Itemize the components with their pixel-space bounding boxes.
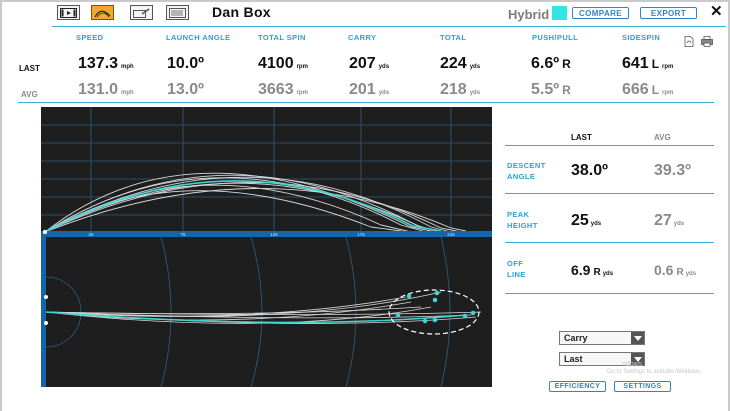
window-frame-top xyxy=(0,0,730,2)
keyboard-icon xyxy=(169,7,186,18)
total-last: 224 yds xyxy=(440,55,481,72)
print-icon[interactable] xyxy=(701,36,713,47)
activation-watermark-title: ndows xyxy=(622,361,643,368)
top-view-background xyxy=(41,237,492,387)
last-row-label: LAST xyxy=(19,64,40,73)
view-club-button[interactable] xyxy=(130,5,153,20)
carry-header: CARRY xyxy=(348,33,377,42)
launch-angle-avg: 13.0º xyxy=(167,81,204,98)
landing-point xyxy=(422,318,428,324)
efficiency-button[interactable]: EFFICIENCY xyxy=(549,381,606,392)
total-spin-header: TOTAL SPIN xyxy=(258,33,306,42)
push-pull-header: PUSH/PULL xyxy=(532,33,579,42)
club-icon xyxy=(133,7,150,18)
trajectory-icon xyxy=(94,10,111,17)
sidespin-last: 641 Lrpm xyxy=(622,55,674,72)
off-line-last: 6.9 Ryds xyxy=(571,262,614,278)
shot-select-value: Last xyxy=(564,354,583,364)
descent-angle-last: 38.0º xyxy=(571,162,608,179)
peak-height-avg: 27 yds xyxy=(654,212,685,229)
speed-avg: 131.0 mph xyxy=(78,81,134,98)
tee-marker xyxy=(42,229,48,235)
lateral-ruler xyxy=(41,237,46,387)
close-icon[interactable]: ✕ xyxy=(710,2,723,20)
title-divider xyxy=(52,26,726,27)
activation-watermark-text: Go to Settings to activate Windows. xyxy=(607,369,702,375)
total-avg: 218 yds xyxy=(440,81,481,98)
window-frame-left xyxy=(0,0,2,411)
landing-point xyxy=(432,317,438,323)
club-color-swatch[interactable] xyxy=(552,6,567,20)
player-name: Dan Box xyxy=(212,4,271,20)
export-button[interactable]: EXPORT xyxy=(640,7,697,19)
peak-height-last: 25 yds xyxy=(571,212,602,229)
panel-divider xyxy=(505,193,714,194)
stats-divider xyxy=(18,102,714,103)
play-icon xyxy=(60,7,77,18)
tick-label: 25 xyxy=(88,232,94,237)
metric-select-value: Carry xyxy=(564,333,588,343)
view-video-button[interactable] xyxy=(57,5,80,20)
push-pull-avg: 5.5º R xyxy=(531,81,571,98)
sidespin-header: SIDESPIN xyxy=(622,33,661,42)
carry-avg: 201 yds xyxy=(349,81,390,98)
speed-last: 137.3 mph xyxy=(78,55,134,72)
push-pull-last: 6.6º R xyxy=(531,55,571,72)
panel-last-header: LAST xyxy=(571,133,592,142)
chevron-down-icon xyxy=(631,332,644,344)
landing-point xyxy=(406,293,412,299)
tick-label: 75 xyxy=(180,232,186,237)
panel-divider xyxy=(505,145,714,146)
settings-button[interactable]: SETTINGS xyxy=(614,381,671,392)
club-name: Hybrid xyxy=(508,7,550,22)
landing-point xyxy=(432,297,438,303)
landing-point xyxy=(462,313,468,319)
total-spin-last: 4100 rpm xyxy=(258,55,308,72)
landing-point xyxy=(434,290,440,296)
view-data-button[interactable] xyxy=(166,5,189,20)
peak-height-label: PEAK HEIGHT xyxy=(507,210,538,230)
tick-label: 175 xyxy=(357,232,365,237)
avg-row-label: AVG xyxy=(21,90,38,99)
origin-marker xyxy=(44,295,48,299)
panel-divider xyxy=(505,242,714,243)
total-header: TOTAL xyxy=(440,33,467,42)
view-trajectory-button[interactable] xyxy=(91,5,114,20)
off-line-avg: 0.6 Ryds xyxy=(654,262,697,278)
distance-ruler xyxy=(41,231,492,237)
descent-angle-label: DESCENT ANGLE xyxy=(507,161,546,181)
tick-label: 225 xyxy=(447,232,455,237)
off-line-label: OFF LINE xyxy=(507,259,526,279)
landing-point xyxy=(395,312,401,318)
compare-button[interactable]: COMPARE xyxy=(572,7,629,19)
launch-angle-last: 10.0º xyxy=(167,55,204,72)
side-view-background xyxy=(41,107,492,233)
speed-header: SPEED xyxy=(76,33,104,42)
metric-select[interactable]: Carry xyxy=(559,331,645,345)
descent-angle-avg: 39.3º xyxy=(654,162,691,179)
tick-label: 125 xyxy=(270,232,278,237)
panel-divider xyxy=(505,293,714,294)
trajectory-chart[interactable]: 25 75 125 175 225 xyxy=(41,107,492,387)
carry-last: 207 yds xyxy=(349,55,390,72)
launch-angle-header: LAUNCH ANGLE xyxy=(166,33,231,42)
sidespin-avg: 666 Lrpm xyxy=(622,81,674,98)
total-spin-avg: 3663 rpm xyxy=(258,81,308,98)
landing-point xyxy=(470,310,476,316)
panel-avg-header: AVG xyxy=(654,133,671,142)
pdf-icon[interactable] xyxy=(684,36,694,47)
origin-marker xyxy=(44,321,48,325)
